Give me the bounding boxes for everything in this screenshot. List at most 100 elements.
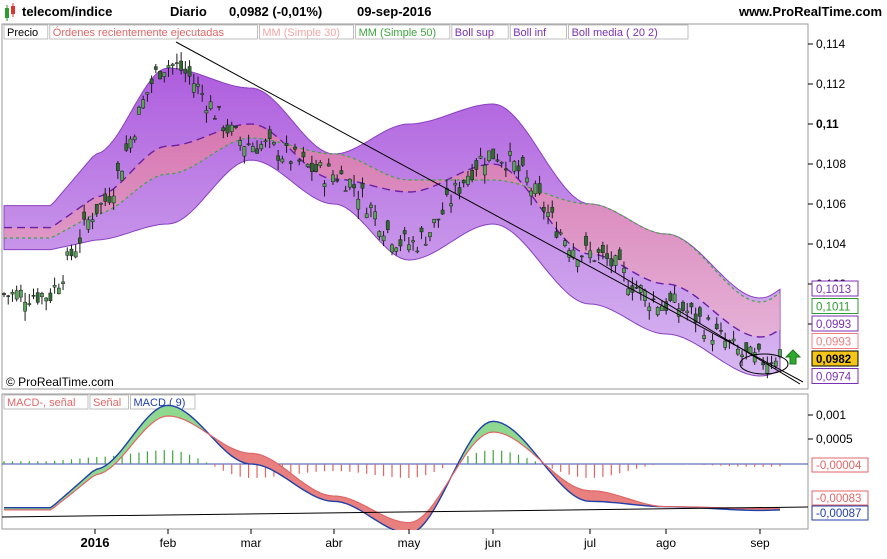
candle-body (419, 227, 424, 233)
candle-body (179, 60, 183, 71)
candle-body (626, 288, 631, 295)
candle-body (322, 183, 327, 187)
candle-body (461, 180, 466, 184)
candle-body (731, 338, 736, 342)
legend-label[interactable]: Boll sup (455, 27, 494, 39)
candle-body (706, 317, 711, 320)
candle-body (225, 124, 230, 134)
candle-body (120, 170, 124, 181)
candle-body (609, 258, 614, 267)
price-badge-label: 0,1011 (816, 302, 850, 314)
candle-body (221, 127, 226, 132)
candle-body (217, 106, 221, 108)
candle-body (27, 303, 32, 305)
candle-body (685, 310, 690, 314)
candle-body (78, 237, 82, 244)
candle-body (440, 209, 445, 215)
candle-body (35, 292, 40, 303)
legend-label[interactable]: Órdenes recientemente ejecutadas (53, 26, 225, 39)
candle-body (331, 174, 335, 182)
candle-body (596, 249, 601, 253)
candle-body (255, 148, 259, 154)
candle-body (647, 306, 652, 311)
candle-body (563, 240, 567, 246)
candle-body (61, 281, 65, 284)
candle-body (499, 161, 504, 164)
candle-body (124, 143, 129, 151)
macd-badges: -0,00004 -0,00083 -0,00087 (811, 457, 869, 521)
candle-body (423, 243, 428, 246)
candle-body (617, 249, 622, 260)
candle-body (778, 349, 782, 357)
candle-body (672, 293, 677, 303)
macd-legend-label[interactable]: MACD-, señal (7, 397, 75, 409)
candle-body (360, 182, 365, 189)
candle-body (2, 293, 6, 295)
candle-body (398, 239, 403, 247)
candle-body (250, 146, 255, 153)
candle-body (457, 187, 462, 194)
candle-body (141, 99, 146, 109)
chart-canvas: telecom/indice Diario 0,0982 (-0,01%) 09… (0, 0, 887, 554)
time-tick-label: ago (656, 536, 676, 550)
price-tick-label: 0,11 (816, 117, 839, 131)
candle-body (373, 211, 377, 220)
candle-body (432, 218, 437, 224)
price-badge-label: 0,0982 (816, 354, 851, 366)
site-label[interactable]: www.ProRealTime.com (738, 4, 882, 19)
legend-label[interactable]: MM (Simple 50) (359, 27, 437, 39)
price-badges: 0,1013 0,1011 0,0993 0,0993 0,0982 0,0974 (811, 280, 859, 384)
candle-body (757, 343, 761, 350)
candle-body (82, 211, 86, 220)
candle-body (436, 218, 441, 221)
macd-axis: 0,001 0,0005 (808, 408, 853, 446)
last-price: 0,0982 (-0,01%) (229, 4, 322, 19)
candle-body (723, 340, 728, 348)
candle-body (213, 118, 217, 120)
legend-label[interactable]: Boll inf (513, 27, 547, 39)
candle-body (297, 159, 302, 162)
candle-body (377, 231, 382, 237)
candle-body (407, 244, 411, 251)
candle-body (495, 159, 500, 162)
candle-body (175, 62, 179, 64)
candle-body (310, 162, 314, 172)
candle-body (90, 219, 95, 223)
candle-body (588, 250, 593, 259)
price-tick-label: 0,104 (816, 237, 846, 251)
candle-body (735, 348, 740, 355)
candle-body (773, 360, 778, 367)
candle-body (52, 284, 57, 288)
legend-label[interactable]: Precio (7, 27, 38, 39)
macd-tick-label: 0,0005 (816, 432, 853, 446)
candle-body (99, 202, 103, 205)
candle-body (702, 335, 706, 339)
candle-body (116, 162, 120, 171)
candle-body (158, 71, 162, 80)
candle-body (470, 169, 474, 181)
legend-label[interactable]: MM (Simple 30) (262, 27, 340, 39)
legend-label[interactable]: Boll media ( 20 2) (572, 27, 658, 39)
candle-body (394, 247, 399, 252)
candle-body (520, 157, 525, 166)
candle-body (153, 66, 158, 70)
time-tick-label: sep (750, 536, 770, 550)
candle-body (103, 193, 108, 202)
candle-body (529, 190, 534, 197)
candle-body (592, 260, 597, 262)
candle-body (356, 198, 361, 210)
price-tick-label: 0,106 (816, 197, 846, 211)
date-label: 09-sep-2016 (357, 4, 431, 19)
candle-body (69, 248, 74, 257)
candle-body (162, 72, 167, 77)
candle-body (504, 168, 508, 171)
candle-body (740, 354, 744, 357)
price-tick-label: 0,108 (816, 157, 846, 171)
macd-legend-label[interactable]: Señal (93, 397, 121, 409)
candle-body (352, 184, 356, 189)
candle-body (533, 183, 538, 195)
candle-body (314, 164, 318, 172)
candle-body (6, 295, 11, 297)
candle-body (584, 236, 588, 246)
candle-body (385, 220, 390, 230)
